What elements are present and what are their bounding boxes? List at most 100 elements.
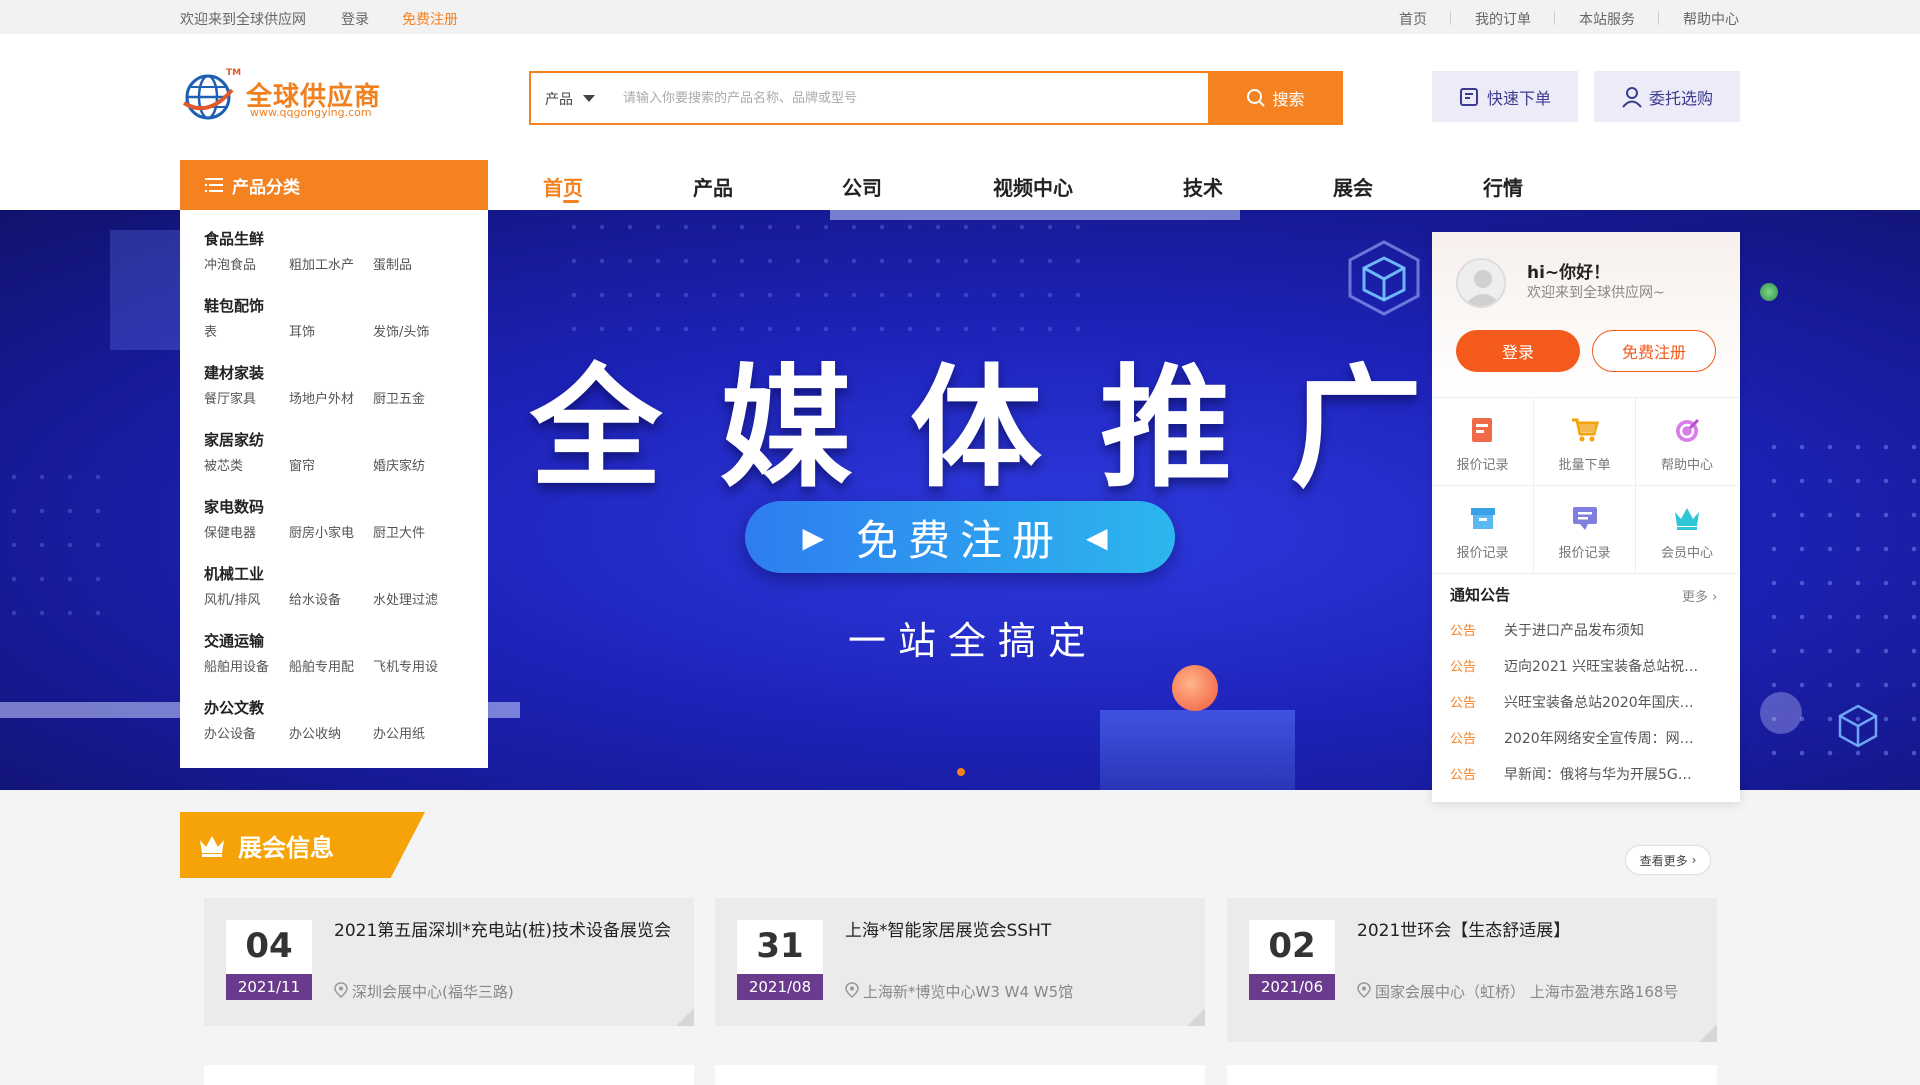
notice-item[interactable]: 公告 早新闻：俄将与华为开展5G… (1450, 764, 1692, 783)
category-subitem[interactable]: 发饰/头饰 (373, 321, 429, 340)
quick-link-member-center[interactable]: 会员中心 (1636, 486, 1738, 574)
top-login-link[interactable]: 登录 (341, 9, 369, 29)
category-title[interactable]: 鞋包配饰 (204, 295, 488, 316)
category-title[interactable]: 家居家纺 (204, 429, 488, 450)
nav-products[interactable]: 产品 (693, 172, 733, 201)
welcome-message: 欢迎来到全球供应网~ (1527, 285, 1665, 301)
notice-item[interactable]: 公告 兴旺宝装备总站2020年国庆… (1450, 692, 1694, 711)
category-subitem[interactable]: 被芯类 (204, 455, 243, 474)
category-subitem[interactable]: 粗加工水产 (289, 254, 354, 273)
search-button[interactable]: 搜索 (1208, 71, 1343, 125)
category-subitem[interactable]: 窗帘 (289, 455, 315, 474)
cube-icon (1348, 240, 1420, 316)
category-subitem[interactable]: 婚庆家纺 (373, 455, 425, 474)
quick-order-button[interactable]: 快速下单 (1432, 71, 1578, 122)
quick-link-help-center[interactable]: 帮助中心 (1636, 398, 1738, 486)
quick-link-label: 批量下单 (1558, 458, 1611, 473)
quick-link-label: 报价记录 (1456, 458, 1509, 473)
category-title[interactable]: 食品生鲜 (204, 228, 488, 249)
exhibition-title[interactable]: 2021第五届深圳*充电站(桩)技术设备展览会 (334, 918, 674, 944)
exhibition-day: 31 (756, 926, 804, 966)
banner-register-button[interactable]: ▶ 免费注册 ◀ (745, 501, 1175, 573)
category-subitem[interactable]: 冲泡食品 (204, 254, 256, 273)
category-subitem[interactable]: 场地户外材 (289, 388, 354, 407)
search-type-select[interactable]: 产品 (545, 89, 573, 109)
category-title[interactable]: 交通运输 (204, 630, 488, 651)
exhibition-card[interactable]: 04 2021/11 2021第五届深圳*充电站(桩)技术设备展览会深圳会展中心(福… (204, 898, 694, 1026)
category-subitem[interactable]: 水处理过滤 (373, 589, 438, 608)
category-title[interactable]: 建材家装 (204, 362, 488, 383)
nav-exhibitions[interactable]: 展会 (1333, 172, 1373, 201)
category-header[interactable]: 产品分类 (180, 160, 488, 210)
date-box: 02 2021/06 (1249, 920, 1335, 1000)
nav-technology[interactable]: 技术 (1183, 172, 1223, 201)
exhibition-year-month: 2021/11 (226, 974, 312, 1000)
category-subitem[interactable]: 办公设备 (204, 723, 256, 742)
cart-icon (1572, 418, 1599, 442)
exhibition-section-title: 展会信息 (238, 833, 334, 862)
quick-link-quote-records[interactable]: 报价记录 (1432, 398, 1534, 486)
date-box: 31 2021/08 (737, 920, 823, 1000)
top-link-service[interactable]: 本站服务 (1579, 9, 1635, 29)
exhibition-title[interactable]: 上海*智能家居展览会SSHT (845, 918, 1185, 944)
category-subitem[interactable]: 船舶用设备 (204, 656, 269, 675)
category-title[interactable]: 办公文教 (204, 697, 488, 718)
category-subitem[interactable]: 厨卫五金 (373, 388, 425, 407)
login-button[interactable]: 登录 (1456, 330, 1580, 372)
crown-icon (200, 836, 224, 857)
exhibition-card[interactable]: 31 2021/08 上海*智能家居展览会SSHT 上海新*博览中心W3 W4 W5馆 (715, 898, 1205, 1026)
chevron-right-icon: › (1712, 590, 1718, 605)
category-subitem[interactable]: 给水设备 (289, 589, 341, 608)
top-link-help[interactable]: 帮助中心 (1683, 9, 1739, 29)
notice-item[interactable]: 公告 迈向2021 兴旺宝装备总站祝… (1450, 656, 1698, 675)
entrust-purchase-button[interactable]: 委托选购 (1594, 71, 1740, 122)
carousel-indicator[interactable] (957, 768, 965, 776)
category-subitem[interactable]: 耳饰 (289, 321, 315, 340)
category-subitem[interactable]: 保健电器 (204, 522, 256, 541)
category-title[interactable]: 机械工业 (204, 563, 488, 584)
exhibition-card-placeholder (715, 1065, 1205, 1085)
category-subitem[interactable]: 飞机专用设 (373, 656, 438, 675)
category-subitem[interactable]: 厨房小家电 (289, 522, 354, 541)
quick-link-quote-records-2[interactable]: 报价记录 (1432, 486, 1534, 574)
nav-companies[interactable]: 公司 (842, 172, 882, 201)
category-subitem[interactable]: 办公用纸 (373, 723, 425, 742)
exhibition-card[interactable]: 02 2021/06 2021世环会【生态舒适展】 国家会展中心（虹桥） 上海市盈港东… (1227, 898, 1717, 1042)
category-subitem[interactable]: 蛋制品 (373, 254, 412, 273)
search-input[interactable] (621, 85, 1201, 111)
welcome-text: 欢迎来到全球供应网 (180, 12, 306, 28)
avatar[interactable] (1456, 258, 1506, 308)
notice-item[interactable]: 公告 2020年网络安全宣传周：网… (1450, 728, 1694, 747)
view-more-button[interactable]: 查看更多 › (1625, 845, 1711, 875)
banner-register-label: 免费注册 (855, 515, 1064, 565)
top-link-orders[interactable]: 我的订单 (1475, 9, 1531, 29)
location-pin-icon (845, 982, 859, 1003)
exhibition-day: 04 (245, 926, 293, 966)
exhibition-title[interactable]: 2021世环会【生态舒适展】 (1357, 918, 1697, 944)
divider (1658, 11, 1659, 25)
category-subitem[interactable]: 风机/排风 (204, 589, 260, 608)
category-group: 建材家装餐厅家具 场地户外材 厨卫五金 (204, 362, 488, 429)
category-subitem[interactable]: 船舶专用配 (289, 656, 354, 675)
chevron-down-icon[interactable] (583, 95, 595, 102)
register-button[interactable]: 免费注册 (1592, 330, 1716, 372)
top-link-home[interactable]: 首页 (1399, 9, 1427, 29)
quick-link-bulk-order[interactable]: 批量下单 (1534, 398, 1636, 486)
category-subitem[interactable]: 厨卫大件 (373, 522, 425, 541)
exhibition-location-text: 深圳会展中心(福华三路) (352, 983, 514, 1001)
category-subitem[interactable]: 餐厅家具 (204, 388, 256, 407)
quick-link-quote-records-3[interactable]: 报价记录 (1534, 486, 1636, 574)
notice-item[interactable]: 公告 关于进口产品发布须知 (1450, 620, 1644, 639)
nav-market[interactable]: 行情 (1483, 172, 1523, 201)
search-icon (1247, 89, 1266, 107)
category-title[interactable]: 家电数码 (204, 496, 488, 517)
top-register-link[interactable]: 免费注册 (402, 9, 458, 29)
category-subitem[interactable]: 表 (204, 321, 217, 340)
top-utility-bar: 欢迎来到全球供应网 登录 免费注册 首页 我的订单 本站服务 帮助中心 (0, 0, 1920, 34)
notice-text: 迈向2021 兴旺宝装备总站祝… (1504, 659, 1699, 675)
notice-more-label: 更多 (1682, 590, 1709, 605)
category-subitem[interactable]: 办公收纳 (289, 723, 341, 742)
nav-home[interactable]: 首页 (543, 172, 583, 201)
nav-video-center[interactable]: 视频中心 (993, 172, 1073, 201)
notice-more-link[interactable]: 更多 › (1682, 586, 1717, 605)
